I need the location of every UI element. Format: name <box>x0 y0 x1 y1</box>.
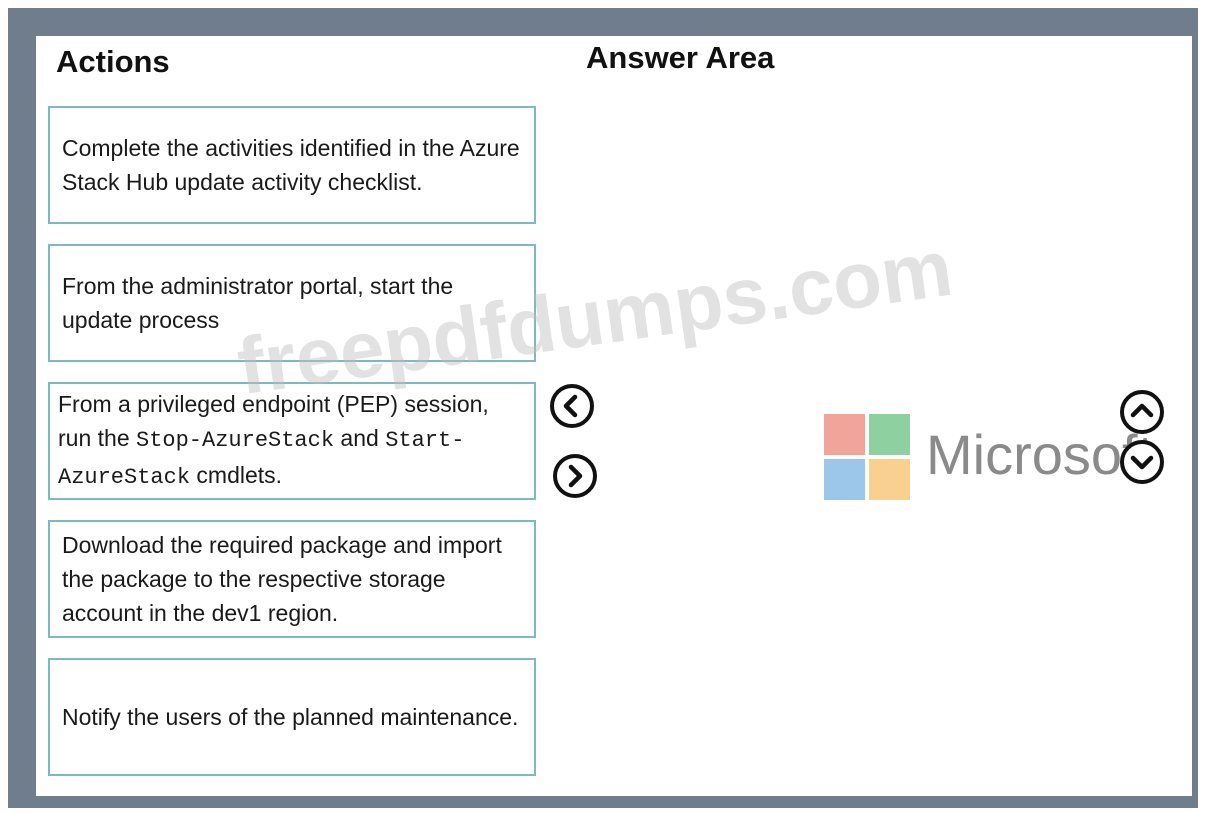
action-item-download-package[interactable]: Download the required package and import… <box>48 520 536 638</box>
action-item-label: Notify the users of the planned maintena… <box>62 704 519 730</box>
move-down-button[interactable] <box>1120 440 1164 484</box>
action-item-start-update[interactable]: From the administrator portal, start the… <box>48 244 536 362</box>
chevron-right-icon <box>568 464 583 488</box>
logo-square-green <box>869 414 910 455</box>
microsoft-logo-word: Microsoft <box>926 423 1154 486</box>
answer-area-heading: Answer Area <box>586 40 775 75</box>
action-item-pep-cmdlets[interactable]: From a privileged endpoint (PEP) session… <box>48 382 536 500</box>
action-item-label: From a privileged endpoint (PEP) session… <box>58 391 489 490</box>
action-item-label: Complete the activities identified in th… <box>62 135 520 195</box>
move-up-button[interactable] <box>1120 390 1164 434</box>
move-left-button[interactable] <box>550 384 594 428</box>
microsoft-logo-icon <box>824 414 910 500</box>
action-item-notify-users[interactable]: Notify the users of the planned maintena… <box>48 658 536 776</box>
logo-square-blue <box>824 459 865 500</box>
action-item-label: Download the required package and import… <box>62 532 502 626</box>
chevron-down-icon <box>1130 455 1154 470</box>
action-item-label: From the administrator portal, start the… <box>62 273 454 333</box>
action-item-checklist[interactable]: Complete the activities identified in th… <box>48 106 536 224</box>
move-right-button[interactable] <box>553 454 597 498</box>
actions-heading: Actions <box>56 44 170 79</box>
right-frame-edge <box>1192 8 1198 808</box>
chevron-up-icon <box>1130 403 1154 418</box>
logo-square-yellow <box>869 459 910 500</box>
chevron-left-icon <box>563 394 578 418</box>
logo-square-red <box>824 414 865 455</box>
